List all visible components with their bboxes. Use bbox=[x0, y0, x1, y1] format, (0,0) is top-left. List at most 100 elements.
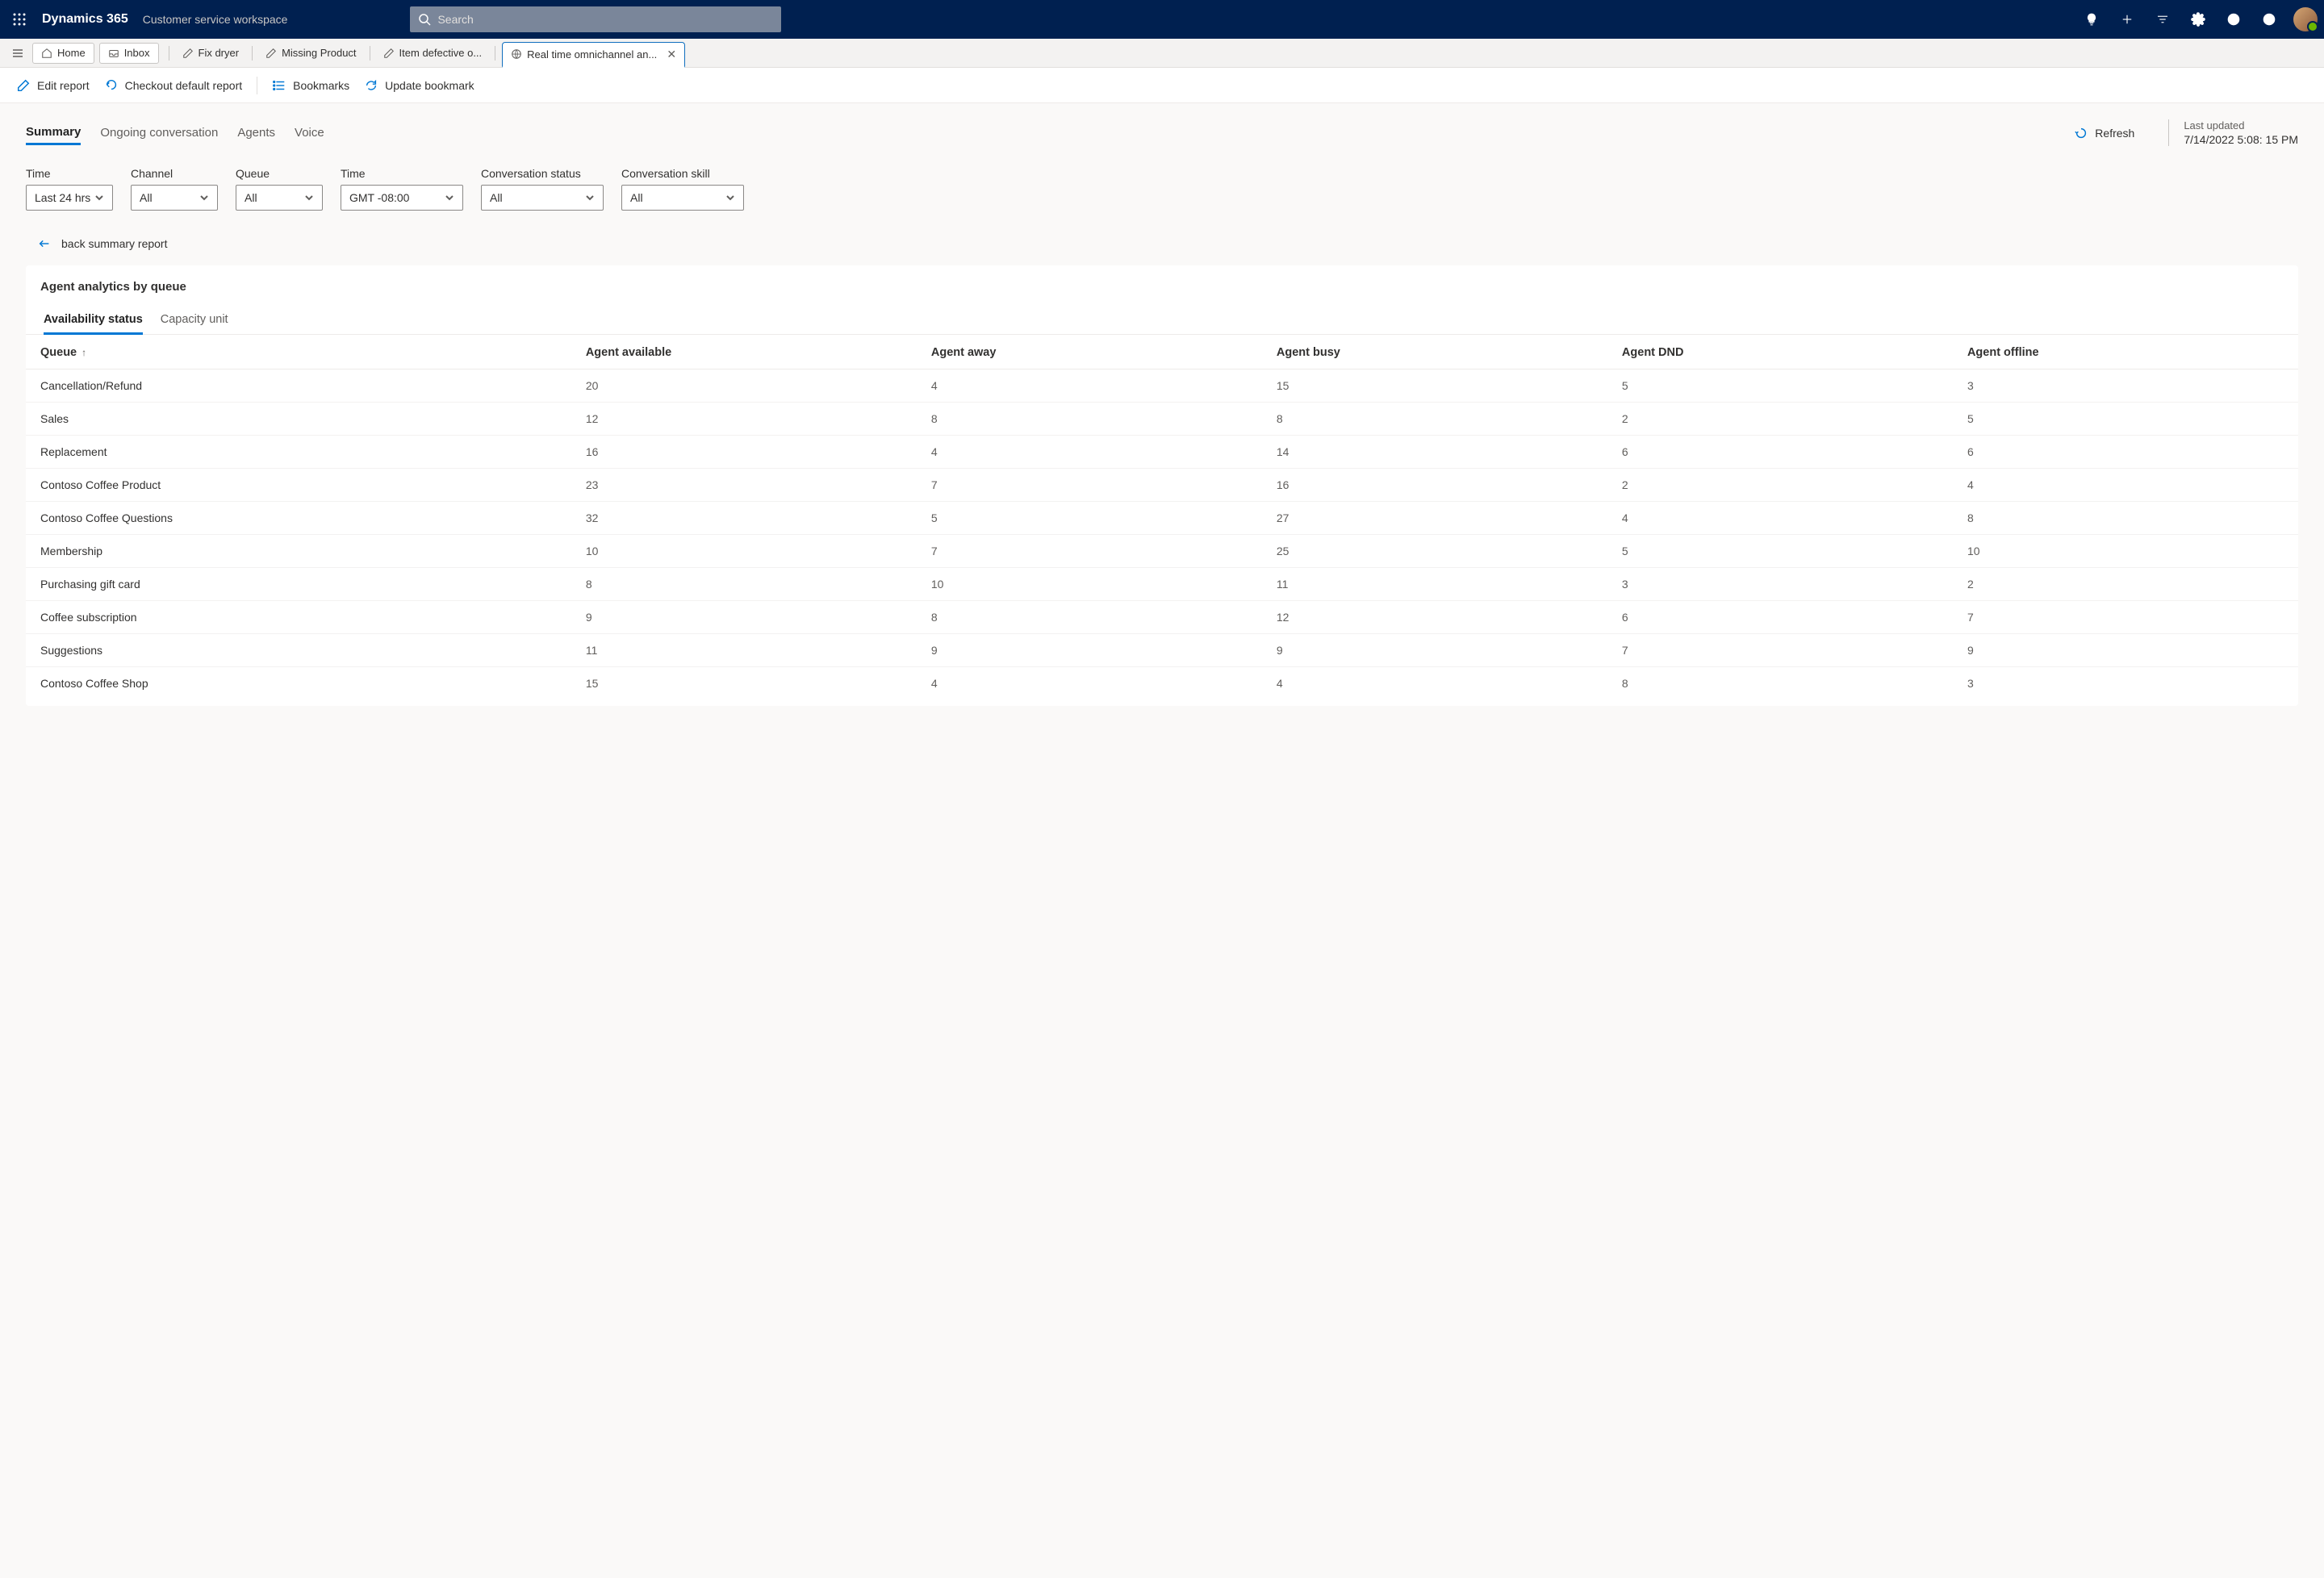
tab-inbox[interactable]: Inbox bbox=[99, 43, 159, 64]
list-icon bbox=[272, 78, 286, 93]
queue-cell: Sales bbox=[26, 403, 571, 436]
tab-voice[interactable]: Voice bbox=[295, 121, 324, 144]
value-cell: 2 bbox=[1607, 469, 1953, 502]
close-icon[interactable]: ✕ bbox=[667, 48, 676, 61]
filter-label: Conversation skill bbox=[621, 167, 744, 180]
value-cell: 4 bbox=[917, 369, 1262, 403]
value-cell: 25 bbox=[1262, 535, 1607, 568]
value-cell: 7 bbox=[917, 535, 1262, 568]
col-agent-available[interactable]: Agent available bbox=[571, 335, 917, 369]
value-cell: 9 bbox=[917, 634, 1262, 667]
filter-select[interactable]: All bbox=[621, 185, 744, 211]
site-map-icon[interactable] bbox=[5, 42, 31, 65]
tab-item-defective[interactable]: Item defective o... bbox=[377, 42, 489, 65]
bookmarks-button[interactable]: Bookmarks bbox=[272, 78, 349, 93]
settings-icon[interactable] bbox=[2182, 3, 2214, 35]
tab-label: Home bbox=[57, 47, 86, 59]
value-cell: 27 bbox=[1262, 502, 1607, 535]
filter-select[interactable]: All bbox=[236, 185, 323, 211]
pencil-icon bbox=[16, 78, 31, 93]
last-updated: Last updated 7/14/2022 5:08: 15 PM bbox=[2168, 119, 2298, 146]
app-launcher-icon[interactable] bbox=[6, 6, 32, 32]
chevron-down-icon bbox=[445, 193, 454, 202]
filter-time: TimeGMT -08:00 bbox=[341, 167, 463, 211]
col-agent-offline[interactable]: Agent offline bbox=[1953, 335, 2298, 369]
col-agent-away[interactable]: Agent away bbox=[917, 335, 1262, 369]
col-queue[interactable]: Queue↑ bbox=[26, 335, 571, 369]
filter-select[interactable]: All bbox=[131, 185, 218, 211]
back-summary-link[interactable]: back summary report bbox=[37, 236, 2298, 251]
value-cell: 10 bbox=[571, 535, 917, 568]
search-input[interactable] bbox=[410, 6, 781, 32]
globe-icon bbox=[511, 48, 522, 60]
col-agent-busy[interactable]: Agent busy bbox=[1262, 335, 1607, 369]
arrow-left-icon bbox=[37, 236, 52, 251]
card-title: Agent analytics by queue bbox=[26, 280, 2298, 294]
value-cell: 4 bbox=[1953, 469, 2298, 502]
filter-icon[interactable] bbox=[2146, 3, 2179, 35]
user-avatar[interactable] bbox=[2293, 7, 2318, 31]
table-row: Replacement1641466 bbox=[26, 436, 2298, 469]
value-cell: 3 bbox=[1953, 369, 2298, 403]
value-cell: 10 bbox=[1953, 535, 2298, 568]
value-cell: 16 bbox=[571, 436, 917, 469]
chevron-down-icon bbox=[199, 193, 209, 202]
subtab-availability-status[interactable]: Availability status bbox=[44, 307, 143, 335]
cmd-label: Bookmarks bbox=[293, 79, 349, 92]
agent-analytics-card: Agent analytics by queue Availability st… bbox=[26, 265, 2298, 706]
value-cell: 7 bbox=[1953, 601, 2298, 634]
value-cell: 8 bbox=[1953, 502, 2298, 535]
value-cell: 10 bbox=[917, 568, 1262, 601]
refresh-icon bbox=[2074, 126, 2088, 140]
help-icon[interactable] bbox=[2217, 3, 2250, 35]
update-bookmark-button[interactable]: Update bookmark bbox=[364, 78, 474, 93]
session-tabs: Home Inbox Fix dryer Missing Product Ite… bbox=[0, 39, 2324, 68]
filter-select[interactable]: Last 24 hrs bbox=[26, 185, 113, 211]
subtab-capacity-unit[interactable]: Capacity unit bbox=[161, 307, 228, 334]
global-search bbox=[410, 6, 781, 32]
emoji-icon[interactable] bbox=[2253, 3, 2285, 35]
table-row: Contoso Coffee Questions3252748 bbox=[26, 502, 2298, 535]
add-icon[interactable] bbox=[2111, 3, 2143, 35]
chevron-down-icon bbox=[725, 193, 735, 202]
tab-label: Missing Product bbox=[282, 47, 356, 59]
table-row: Suggestions119979 bbox=[26, 634, 2298, 667]
value-cell: 4 bbox=[917, 667, 1262, 700]
tab-summary[interactable]: Summary bbox=[26, 120, 81, 145]
value-cell: 6 bbox=[1607, 601, 1953, 634]
checkout-default-report-button[interactable]: Checkout default report bbox=[104, 78, 243, 93]
divider bbox=[252, 46, 253, 61]
tab-missing-product[interactable]: Missing Product bbox=[259, 42, 362, 65]
queue-cell: Suggestions bbox=[26, 634, 571, 667]
tab-home[interactable]: Home bbox=[32, 43, 94, 64]
queue-cell: Cancellation/Refund bbox=[26, 369, 571, 403]
value-cell: 15 bbox=[571, 667, 917, 700]
app-title: Dynamics 365 bbox=[42, 12, 128, 27]
tab-realtime-omnichannel[interactable]: Real time omnichannel an... ✕ bbox=[502, 42, 685, 68]
filter-time: TimeLast 24 hrs bbox=[26, 167, 113, 211]
tab-label: Real time omnichannel an... bbox=[527, 48, 657, 61]
value-cell: 5 bbox=[1953, 403, 2298, 436]
filter-queue: QueueAll bbox=[236, 167, 323, 211]
edit-report-button[interactable]: Edit report bbox=[16, 78, 90, 93]
value-cell: 9 bbox=[1953, 634, 2298, 667]
filter-select[interactable]: All bbox=[481, 185, 604, 211]
value-cell: 4 bbox=[917, 436, 1262, 469]
refresh-icon bbox=[364, 78, 378, 93]
col-agent-dnd[interactable]: Agent DND bbox=[1607, 335, 1953, 369]
value-cell: 2 bbox=[1953, 568, 2298, 601]
value-cell: 14 bbox=[1262, 436, 1607, 469]
command-bar: Edit report Checkout default report Book… bbox=[0, 68, 2324, 103]
tab-ongoing-conversation[interactable]: Ongoing conversation bbox=[100, 121, 218, 144]
search-icon bbox=[418, 13, 431, 26]
tab-fix-dryer[interactable]: Fix dryer bbox=[176, 42, 246, 65]
filter-conversation-skill: Conversation skill All bbox=[621, 167, 744, 211]
filter-select[interactable]: GMT -08:00 bbox=[341, 185, 463, 211]
cmd-label: Update bookmark bbox=[385, 79, 474, 92]
tab-agents[interactable]: Agents bbox=[237, 121, 275, 144]
value-cell: 3 bbox=[1953, 667, 2298, 700]
refresh-button[interactable]: Refresh bbox=[2074, 126, 2149, 140]
table-row: Contoso Coffee Product2371624 bbox=[26, 469, 2298, 502]
lightbulb-icon[interactable] bbox=[2075, 3, 2108, 35]
global-header: Dynamics 365 Customer service workspace bbox=[0, 0, 2324, 39]
